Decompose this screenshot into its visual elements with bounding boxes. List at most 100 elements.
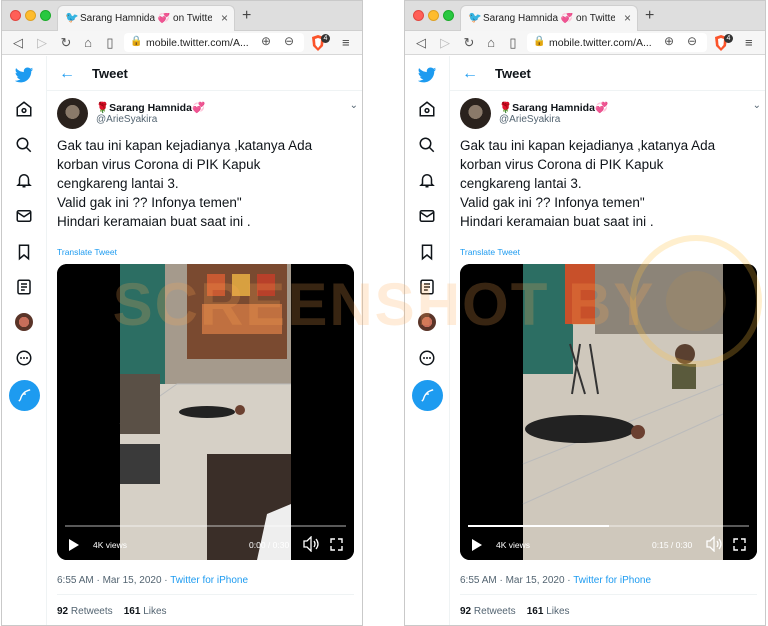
tweet-line: Gak tau ini kapan kejadianya ,katanya Ad… bbox=[460, 138, 716, 153]
zoom-in-icon[interactable]: ⊕ bbox=[261, 34, 271, 48]
compose-tweet-button[interactable] bbox=[9, 380, 40, 411]
back-icon[interactable]: ◁ bbox=[10, 35, 26, 51]
author-handle[interactable]: @ArieSyakira bbox=[499, 114, 560, 125]
tweet-timestamp[interactable]: 6:55 AM · Mar 15, 2020 bbox=[57, 575, 162, 586]
browser-tab[interactable]: 🐦 Sarang Hamnida 💞 on Twitter × bbox=[57, 5, 235, 31]
tab-close-icon[interactable]: × bbox=[624, 11, 631, 25]
forward-icon[interactable]: ▷ bbox=[437, 35, 453, 51]
video-progress-bar[interactable] bbox=[65, 525, 346, 527]
twitter-logo-icon[interactable] bbox=[14, 65, 34, 85]
lists-icon[interactable] bbox=[15, 278, 33, 296]
volume-icon[interactable] bbox=[706, 536, 724, 552]
reload-icon[interactable]: ↻ bbox=[58, 35, 74, 51]
close-window-button[interactable] bbox=[10, 10, 21, 21]
home-icon[interactable]: ⌂ bbox=[80, 35, 96, 51]
video-player[interactable]: 4K views 0:00 / 0:30 bbox=[57, 264, 354, 560]
likes-label[interactable]: Likes bbox=[143, 606, 166, 617]
author-name-row[interactable]: 🌹Sarang Hamnida💞 bbox=[96, 101, 205, 114]
play-icon[interactable] bbox=[471, 538, 483, 552]
translate-tweet-link[interactable]: Translate Tweet bbox=[460, 247, 520, 257]
close-window-button[interactable] bbox=[413, 10, 424, 21]
chevron-down-icon[interactable]: ⌄ bbox=[350, 100, 358, 111]
video-time: 0:15 / 0:30 bbox=[652, 540, 693, 550]
tweet-source[interactable]: Twitter for iPhone bbox=[170, 575, 248, 586]
tab-close-icon[interactable]: × bbox=[221, 11, 228, 25]
menu-icon[interactable]: ≡ bbox=[745, 35, 753, 50]
video-player[interactable]: 4K views 0:15 / 0:30 bbox=[460, 264, 757, 560]
screenshot-stage: 🐦 Sarang Hamnida 💞 on Twitter × + ◁ ▷ ↻ … bbox=[0, 0, 768, 626]
menu-icon[interactable]: ≡ bbox=[342, 35, 350, 50]
more-options-icon[interactable] bbox=[15, 349, 33, 367]
maximize-window-button[interactable] bbox=[40, 10, 51, 21]
more-options-icon[interactable] bbox=[418, 349, 436, 367]
video-time: 0:00 / 0:30 bbox=[249, 540, 290, 550]
author-avatar[interactable] bbox=[57, 98, 88, 129]
tweet-text: Gak tau ini kapan kejadianya ,katanya Ad… bbox=[57, 136, 357, 231]
search-icon[interactable] bbox=[15, 136, 33, 154]
profile-avatar-icon[interactable] bbox=[418, 313, 436, 331]
address-bar[interactable]: 🔒 mobile.twitter.com/A... bbox=[527, 33, 707, 52]
minimize-window-button[interactable] bbox=[25, 10, 36, 21]
minimize-window-button[interactable] bbox=[428, 10, 439, 21]
back-arrow-icon[interactable]: ← bbox=[59, 65, 75, 83]
chevron-down-icon[interactable]: ⌄ bbox=[753, 100, 761, 111]
video-view-count: 4K views bbox=[93, 540, 128, 550]
back-icon[interactable]: ◁ bbox=[413, 35, 429, 51]
bookmark-icon[interactable]: ▯ bbox=[505, 35, 521, 51]
retweet-count[interactable]: 92 bbox=[57, 606, 68, 617]
like-count[interactable]: 161 bbox=[527, 606, 544, 617]
translate-tweet-link[interactable]: Translate Tweet bbox=[57, 247, 117, 257]
home-icon[interactable]: ⌂ bbox=[483, 35, 499, 51]
lists-icon[interactable] bbox=[418, 278, 436, 296]
video-frame bbox=[57, 264, 354, 560]
tab-bar: 🐦 Sarang Hamnida 💞 on Twitter × + bbox=[2, 1, 362, 31]
video-view-count: 4K views bbox=[496, 540, 531, 550]
author-display-name: Sarang Hamnida bbox=[109, 102, 192, 114]
fullscreen-icon[interactable] bbox=[330, 538, 343, 551]
volume-icon[interactable] bbox=[303, 536, 321, 552]
tweet-line: korban virus Corona di PIK Kapuk bbox=[57, 157, 261, 172]
tweet-source[interactable]: Twitter for iPhone bbox=[573, 575, 651, 586]
retweets-label[interactable]: Retweets bbox=[71, 606, 113, 617]
messages-mail-icon[interactable] bbox=[15, 207, 33, 225]
tweet-detail: ← Tweet 🌹Sarang Hamnida💞 @ArieSyakira ⌄ … bbox=[450, 56, 765, 625]
bookmarks-icon[interactable] bbox=[15, 243, 33, 261]
divider bbox=[460, 594, 757, 595]
play-icon[interactable] bbox=[68, 538, 80, 552]
messages-mail-icon[interactable] bbox=[418, 207, 436, 225]
twitter-logo-icon[interactable] bbox=[417, 65, 437, 85]
author-handle[interactable]: @ArieSyakira bbox=[96, 114, 157, 125]
maximize-window-button[interactable] bbox=[443, 10, 454, 21]
reload-icon[interactable]: ↻ bbox=[461, 35, 477, 51]
forward-icon[interactable]: ▷ bbox=[34, 35, 50, 51]
home-icon[interactable] bbox=[15, 100, 33, 118]
profile-avatar-icon[interactable] bbox=[15, 313, 33, 331]
twitter-bird-icon: 🐦 bbox=[65, 12, 79, 24]
home-icon[interactable] bbox=[418, 100, 436, 118]
fullscreen-icon[interactable] bbox=[733, 538, 746, 551]
retweets-label[interactable]: Retweets bbox=[474, 606, 516, 617]
browser-tab[interactable]: 🐦 Sarang Hamnida 💞 on Twitter × bbox=[460, 5, 638, 31]
zoom-in-icon[interactable]: ⊕ bbox=[664, 34, 674, 48]
video-progress-bar[interactable] bbox=[468, 525, 749, 527]
author-avatar[interactable] bbox=[460, 98, 491, 129]
like-count[interactable]: 161 bbox=[124, 606, 141, 617]
browser-window-right: 🐦 Sarang Hamnida 💞 on Twitter × + ◁ ▷ ↻ … bbox=[404, 0, 766, 626]
compose-tweet-button[interactable] bbox=[412, 380, 443, 411]
notifications-bell-icon[interactable] bbox=[418, 171, 436, 189]
retweet-count[interactable]: 92 bbox=[460, 606, 471, 617]
search-icon[interactable] bbox=[418, 136, 436, 154]
new-tab-button[interactable]: + bbox=[242, 7, 251, 25]
notifications-bell-icon[interactable] bbox=[15, 171, 33, 189]
likes-label[interactable]: Likes bbox=[546, 606, 569, 617]
zoom-out-icon[interactable]: ⊖ bbox=[284, 34, 294, 48]
zoom-out-icon[interactable]: ⊖ bbox=[687, 34, 697, 48]
new-tab-button[interactable]: + bbox=[645, 7, 654, 25]
bookmarks-icon[interactable] bbox=[418, 243, 436, 261]
address-bar[interactable]: 🔒 mobile.twitter.com/A... bbox=[124, 33, 304, 52]
back-arrow-icon[interactable]: ← bbox=[462, 65, 478, 83]
author-name-row[interactable]: 🌹Sarang Hamnida💞 bbox=[499, 101, 608, 114]
tweet-timestamp[interactable]: 6:55 AM · Mar 15, 2020 bbox=[460, 575, 565, 586]
video-progress-fill bbox=[468, 525, 609, 527]
bookmark-icon[interactable]: ▯ bbox=[102, 35, 118, 51]
